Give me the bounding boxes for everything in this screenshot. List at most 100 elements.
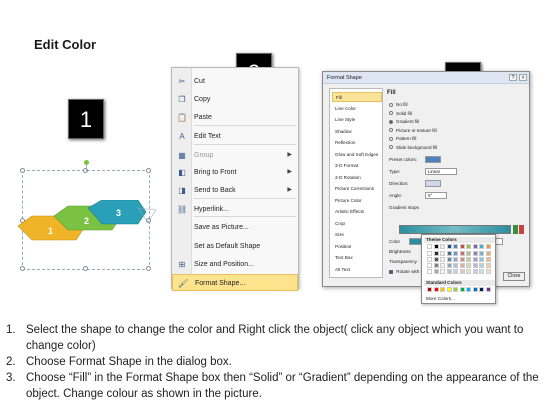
color-swatch[interactable] bbox=[485, 269, 491, 274]
color-swatch[interactable] bbox=[466, 257, 471, 262]
color-swatch[interactable] bbox=[479, 244, 484, 249]
rotate-checkbox[interactable] bbox=[389, 269, 393, 274]
nav-item-reflection[interactable]: Reflection bbox=[332, 138, 382, 148]
menu-item-paste[interactable]: 📋 Paste bbox=[172, 109, 298, 126]
color-swatch[interactable] bbox=[446, 251, 452, 256]
color-swatch[interactable] bbox=[472, 269, 478, 274]
color-swatch[interactable] bbox=[440, 251, 445, 256]
nav-item-alt-text[interactable]: Alt Text bbox=[332, 265, 382, 275]
nav-item-size[interactable]: Size bbox=[332, 230, 382, 240]
nav-item-line-color[interactable]: Line Color bbox=[332, 104, 382, 114]
menu-item-cut[interactable]: ✂ Cut bbox=[172, 73, 298, 90]
color-swatch[interactable] bbox=[427, 263, 432, 268]
nav-item-position[interactable]: Position bbox=[332, 242, 382, 252]
angle-input[interactable]: 0° bbox=[425, 192, 447, 199]
resize-handle[interactable] bbox=[20, 266, 25, 271]
nav-item-picture-color[interactable]: Picture Color bbox=[332, 196, 382, 206]
color-swatch[interactable] bbox=[433, 263, 439, 268]
menu-item-bring-to-front[interactable]: ◧ Bring to Front ▶ bbox=[172, 164, 298, 181]
color-swatch[interactable] bbox=[453, 257, 458, 262]
gradient-stops-bar[interactable] bbox=[399, 225, 511, 234]
color-swatch[interactable] bbox=[446, 244, 452, 249]
direction-dropdown[interactable] bbox=[425, 180, 441, 187]
color-swatch[interactable] bbox=[472, 257, 478, 262]
radio-button[interactable] bbox=[389, 128, 393, 133]
color-swatch[interactable] bbox=[466, 263, 471, 268]
type-dropdown[interactable]: Linear bbox=[425, 168, 457, 175]
menu-item-send-to-back[interactable]: ◨ Send to Back ▶ bbox=[172, 182, 298, 199]
color-swatch[interactable] bbox=[446, 257, 452, 262]
color-swatch[interactable] bbox=[485, 251, 491, 256]
color-swatch[interactable] bbox=[453, 251, 458, 256]
fill-option-pattern-fill[interactable]: Pattern fill bbox=[389, 136, 416, 142]
standard-color-swatch[interactable] bbox=[466, 287, 471, 292]
color-swatch[interactable] bbox=[453, 263, 458, 268]
standard-color-swatch[interactable] bbox=[485, 287, 491, 292]
menu-item-size-and-position[interactable]: ⊞ Size and Position... bbox=[172, 256, 298, 273]
nav-item-picture-corrections[interactable]: Picture Corrections bbox=[332, 184, 382, 194]
color-swatch[interactable] bbox=[427, 257, 432, 262]
color-swatch[interactable] bbox=[446, 269, 452, 274]
arrow-shapes[interactable]: 1 2 3 bbox=[18, 200, 168, 250]
preset-colors-dropdown[interactable] bbox=[425, 156, 441, 163]
color-swatch[interactable] bbox=[479, 251, 484, 256]
radio-button[interactable] bbox=[389, 119, 393, 124]
resize-handle[interactable] bbox=[146, 266, 151, 271]
remove-stop-icon[interactable] bbox=[519, 225, 524, 234]
nav-item-fill[interactable]: Fill bbox=[332, 92, 382, 102]
color-swatch[interactable] bbox=[459, 244, 465, 249]
color-swatch[interactable] bbox=[485, 257, 491, 262]
nav-item-glow-and-soft-edges[interactable]: Glow and Soft Edges bbox=[332, 150, 382, 160]
nav-item-crop[interactable]: Crop bbox=[332, 219, 382, 229]
standard-color-swatch[interactable] bbox=[446, 287, 452, 292]
color-swatch[interactable] bbox=[427, 244, 432, 249]
nav-item-text-box[interactable]: Text Box bbox=[332, 253, 382, 263]
nav-item-3-d-rotation[interactable]: 3-D Rotation bbox=[332, 173, 382, 183]
color-swatch[interactable] bbox=[433, 269, 439, 274]
color-swatch[interactable] bbox=[466, 269, 471, 274]
menu-item-copy[interactable]: ❐ Copy bbox=[172, 91, 298, 108]
menu-item-group[interactable]: ▦ Group ▶ bbox=[172, 147, 298, 164]
color-swatch[interactable] bbox=[440, 257, 445, 262]
color-swatch[interactable] bbox=[485, 244, 491, 249]
menu-item-edit-text[interactable]: A Edit Text bbox=[172, 128, 298, 145]
color-swatch[interactable] bbox=[466, 251, 471, 256]
radio-button[interactable] bbox=[389, 136, 393, 141]
radio-button[interactable] bbox=[389, 102, 393, 107]
color-swatch[interactable] bbox=[433, 251, 439, 256]
menu-item-format-shape[interactable]: 🖌 Format Shape... bbox=[172, 274, 298, 291]
more-colors-link[interactable]: More Colors... bbox=[426, 296, 455, 301]
radio-button[interactable] bbox=[389, 145, 393, 150]
color-swatch[interactable] bbox=[427, 269, 432, 274]
fill-option-gradient-fill[interactable]: Gradient fill bbox=[389, 119, 419, 125]
nav-item-artistic-effects[interactable]: Artistic Effects bbox=[332, 207, 382, 217]
color-swatch[interactable] bbox=[440, 263, 445, 268]
menu-item-save-as-picture[interactable]: Save as Picture... bbox=[172, 219, 298, 236]
close-icon[interactable]: × bbox=[519, 74, 527, 81]
color-swatch[interactable] bbox=[459, 263, 465, 268]
color-swatch[interactable] bbox=[453, 244, 458, 249]
close-button[interactable]: Close bbox=[503, 272, 525, 281]
fill-option-slide-background-fill[interactable]: Slide background fill bbox=[389, 145, 437, 151]
standard-color-swatch[interactable] bbox=[479, 287, 484, 292]
standard-color-swatch[interactable] bbox=[433, 287, 439, 292]
color-swatch[interactable] bbox=[479, 263, 484, 268]
fill-option-solid-fill[interactable]: Solid fill bbox=[389, 111, 412, 117]
color-swatch[interactable] bbox=[485, 263, 491, 268]
nav-item-3-d-format[interactable]: 3-D Format bbox=[332, 161, 382, 171]
color-swatch[interactable] bbox=[433, 257, 439, 262]
color-swatch[interactable] bbox=[433, 244, 439, 249]
color-swatch[interactable] bbox=[427, 251, 432, 256]
standard-color-swatch[interactable] bbox=[459, 287, 465, 292]
color-swatch[interactable] bbox=[466, 244, 471, 249]
nav-item-shadow[interactable]: Shadow bbox=[332, 127, 382, 137]
color-swatch[interactable] bbox=[479, 269, 484, 274]
standard-color-swatch[interactable] bbox=[472, 287, 478, 292]
color-swatch[interactable] bbox=[472, 263, 478, 268]
add-stop-icon[interactable] bbox=[513, 225, 518, 234]
color-swatch[interactable] bbox=[453, 269, 458, 274]
fill-option-picture-or-texture-fill[interactable]: Picture or texture fill bbox=[389, 128, 437, 134]
color-swatch[interactable] bbox=[472, 244, 478, 249]
color-swatch[interactable] bbox=[459, 269, 465, 274]
resize-handle[interactable] bbox=[20, 168, 25, 173]
